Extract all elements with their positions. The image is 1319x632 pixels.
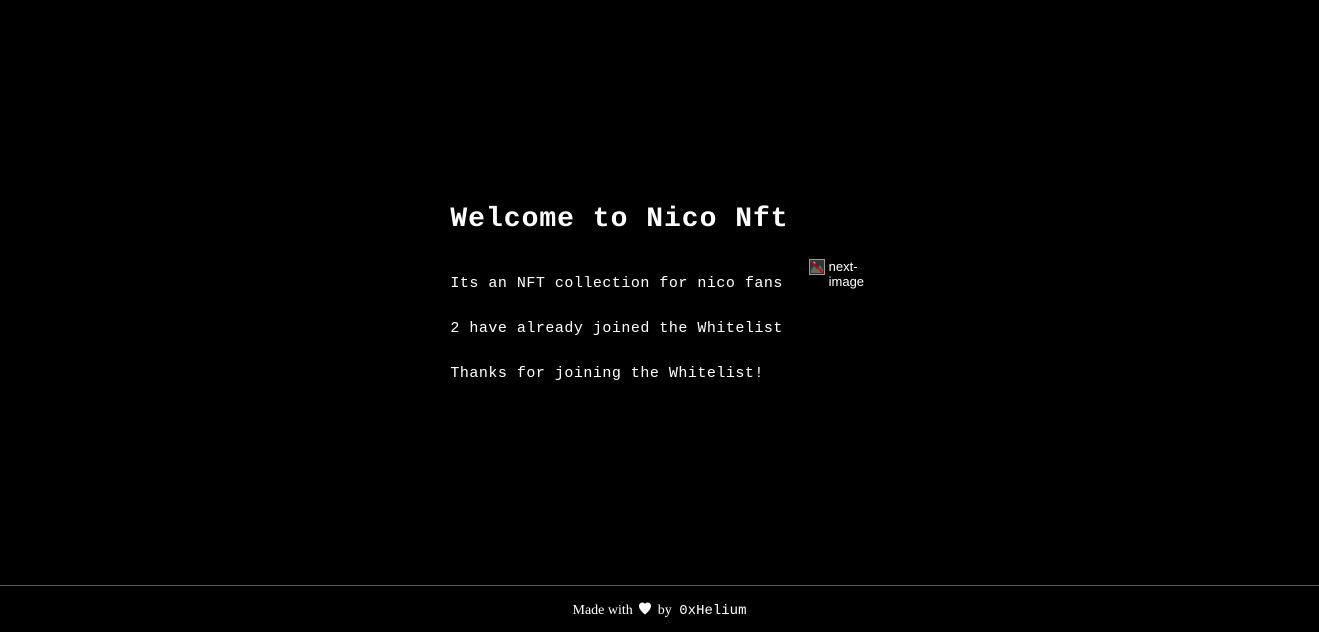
footer-prefix: Made with [573, 603, 633, 618]
footer: Made with by 0xHelium [0, 585, 1319, 632]
broken-image-icon [809, 259, 825, 275]
heart-icon [638, 602, 652, 620]
broken-image-alt: next-image [829, 259, 869, 290]
footer-author: 0xHelium [679, 603, 746, 619]
description-text: Its an NFT collection for nico fans [450, 275, 788, 292]
thanks-message: Thanks for joining the Whitelist! [450, 365, 788, 382]
text-column: Welcome to Nico Nft Its an NFT collectio… [450, 204, 788, 382]
footer-suffix: by [658, 603, 672, 618]
broken-image-placeholder: next-image [809, 259, 869, 290]
content-row: Welcome to Nico Nft Its an NFT collectio… [450, 204, 868, 382]
whitelist-count-text: 2 have already joined the Whitelist [450, 320, 788, 337]
main-content: Welcome to Nico Nft Its an NFT collectio… [0, 0, 1319, 585]
page-title: Welcome to Nico Nft [450, 204, 788, 235]
